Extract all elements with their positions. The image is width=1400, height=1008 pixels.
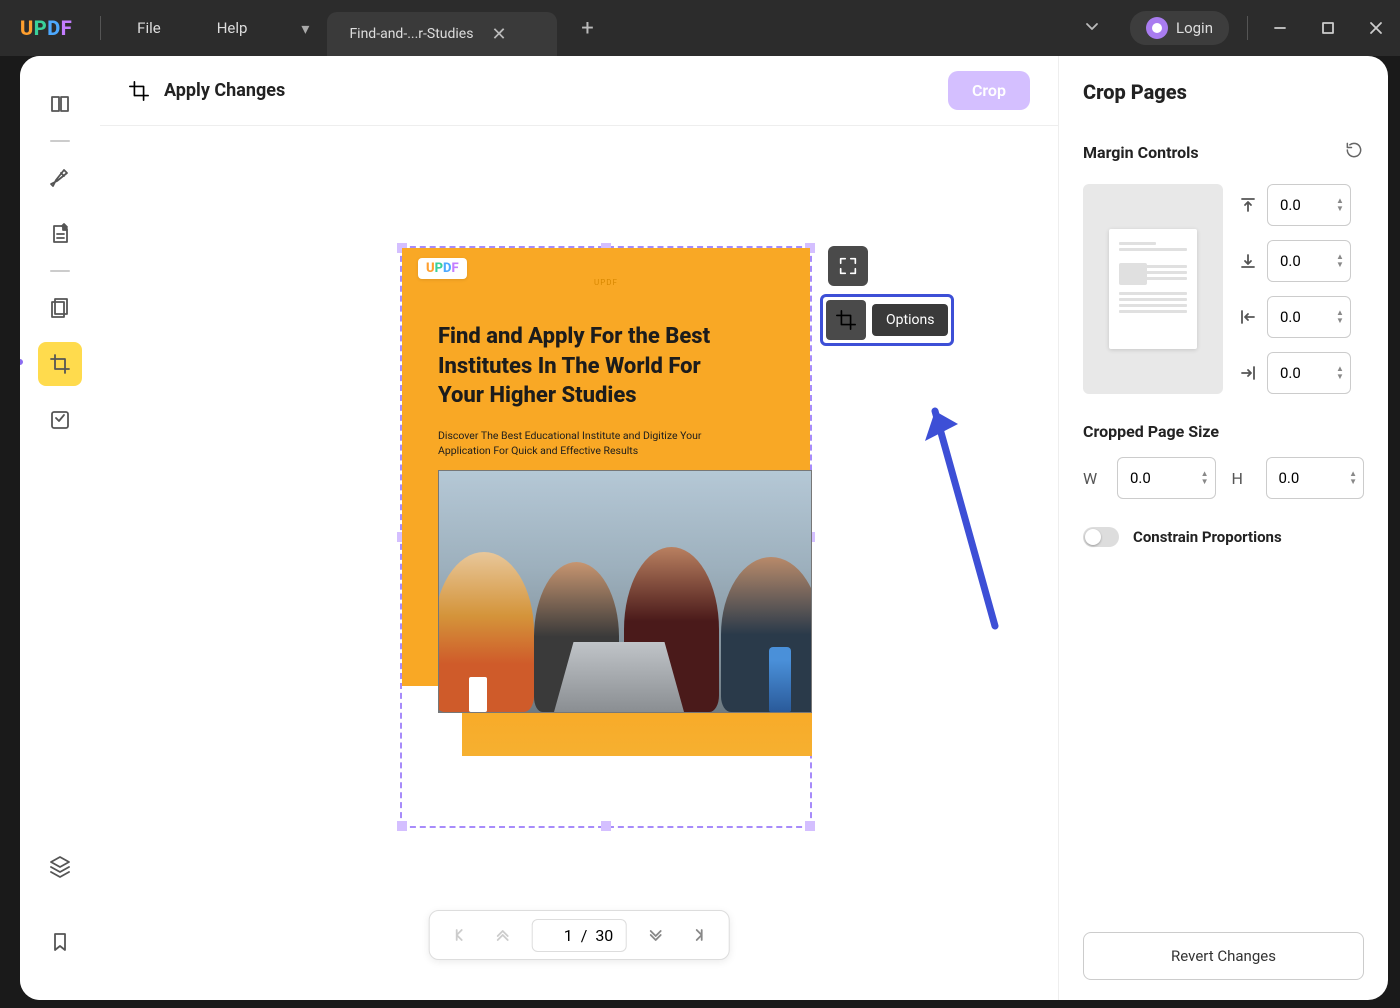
login-label: Login [1176,19,1213,37]
revert-button[interactable]: Revert Changes [1083,932,1364,980]
maximize-button[interactable] [1304,0,1352,56]
edit-tool[interactable] [38,212,82,256]
spinner-icon[interactable]: ▲▼ [1336,197,1344,213]
margin-bottom-input[interactable]: ▲▼ [1267,240,1351,282]
canvas-area[interactable]: UPDF UPDF Find and Apply For the Best In… [100,126,1058,1000]
doc-logo: UPDF [418,258,467,279]
action-title: Apply Changes [164,80,285,101]
page-counter: / 30 [532,919,627,952]
constrain-label: Constrain Proportions [1133,528,1282,546]
left-sidebar [20,56,100,1000]
close-window-button[interactable] [1352,0,1400,56]
app-logo: UPDF [0,16,92,40]
organize-pages-tool[interactable] [38,286,82,330]
crop-tool[interactable] [38,342,82,386]
margin-right-icon [1237,362,1259,384]
tab-title: Find-and-...r-Studies [349,26,473,42]
menu-help[interactable]: Help [189,19,276,37]
width-label: W [1083,469,1101,488]
next-page-button[interactable] [632,915,678,955]
app-container: Apply Changes Crop UPDF UPDF Find and Ap… [20,56,1388,1000]
avatar-icon [1146,17,1168,39]
cropped-size-title: Cropped Page Size [1083,422,1219,441]
crop-icon [128,80,150,102]
last-page-button[interactable] [678,915,724,955]
doc-watermark: UPDF [594,278,618,287]
spinner-icon[interactable]: ▲▼ [1349,470,1357,486]
document-tab[interactable]: Find-and-...r-Studies ✕ [327,12,557,56]
height-input[interactable]: ▲▼ [1266,457,1365,499]
right-panel: Crop Pages Margin Controls [1058,56,1388,1000]
margin-right-input[interactable]: ▲▼ [1267,352,1351,394]
page-content: UPDF UPDF Find and Apply For the Best In… [402,248,810,826]
doc-photo [438,470,812,713]
spinner-icon[interactable]: ▲▼ [1201,470,1209,486]
doc-title: Find and Apply For the Best Institutes I… [438,322,750,411]
tab-list-dropdown[interactable]: ▾ [283,0,327,56]
margin-bottom-icon [1237,250,1259,272]
page-separator: / [581,926,588,945]
close-tab-icon[interactable]: ✕ [491,24,506,45]
annotation-arrow [920,396,1010,636]
options-tooltip: Options [872,304,948,336]
bookmark-icon[interactable] [38,920,82,964]
margin-top-input[interactable]: ▲▼ [1267,184,1351,226]
height-label: H [1232,469,1250,488]
login-button[interactable]: Login [1130,11,1229,45]
page-input[interactable] [545,926,573,945]
first-page-button[interactable] [434,915,480,955]
margin-controls-title: Margin Controls [1083,143,1199,162]
prev-page-button[interactable] [480,915,526,955]
menu-file[interactable]: File [109,19,189,37]
redact-tool[interactable] [38,398,82,442]
new-tab-button[interactable]: + [567,16,607,41]
reset-margins-button[interactable] [1344,140,1364,164]
window-dropdown-icon[interactable] [1064,18,1120,38]
top-action-bar: Apply Changes Crop [100,56,1058,126]
comment-tool[interactable] [38,156,82,200]
titlebar: UPDF File Help ▾ Find-and-...r-Studies ✕… [0,0,1400,56]
document-page[interactable]: UPDF UPDF Find and Apply For the Best In… [400,246,812,828]
reader-tool[interactable] [38,82,82,126]
crop-button[interactable]: Crop [948,71,1030,110]
layers-icon[interactable] [38,844,82,888]
sidebar-indicator [20,356,26,368]
page-total: 30 [595,926,613,945]
options-callout: Options [820,294,954,346]
page-preview [1083,184,1223,394]
page-navigator: / 30 [429,910,730,960]
margin-left-icon [1237,306,1259,328]
crop-options-button[interactable] [826,300,866,340]
spinner-icon[interactable]: ▲▼ [1336,309,1344,325]
margin-top-icon [1237,194,1259,216]
main-content: Apply Changes Crop UPDF UPDF Find and Ap… [100,56,1058,1000]
spinner-icon[interactable]: ▲▼ [1336,253,1344,269]
constrain-toggle[interactable] [1083,527,1119,547]
doc-subtitle: Discover The Best Educational Institute … [438,428,730,458]
margin-left-input[interactable]: ▲▼ [1267,296,1351,338]
fit-page-button[interactable] [828,246,868,286]
minimize-button[interactable] [1256,0,1304,56]
width-input[interactable]: ▲▼ [1117,457,1216,499]
panel-title: Crop Pages [1083,80,1364,104]
spinner-icon[interactable]: ▲▼ [1336,365,1344,381]
